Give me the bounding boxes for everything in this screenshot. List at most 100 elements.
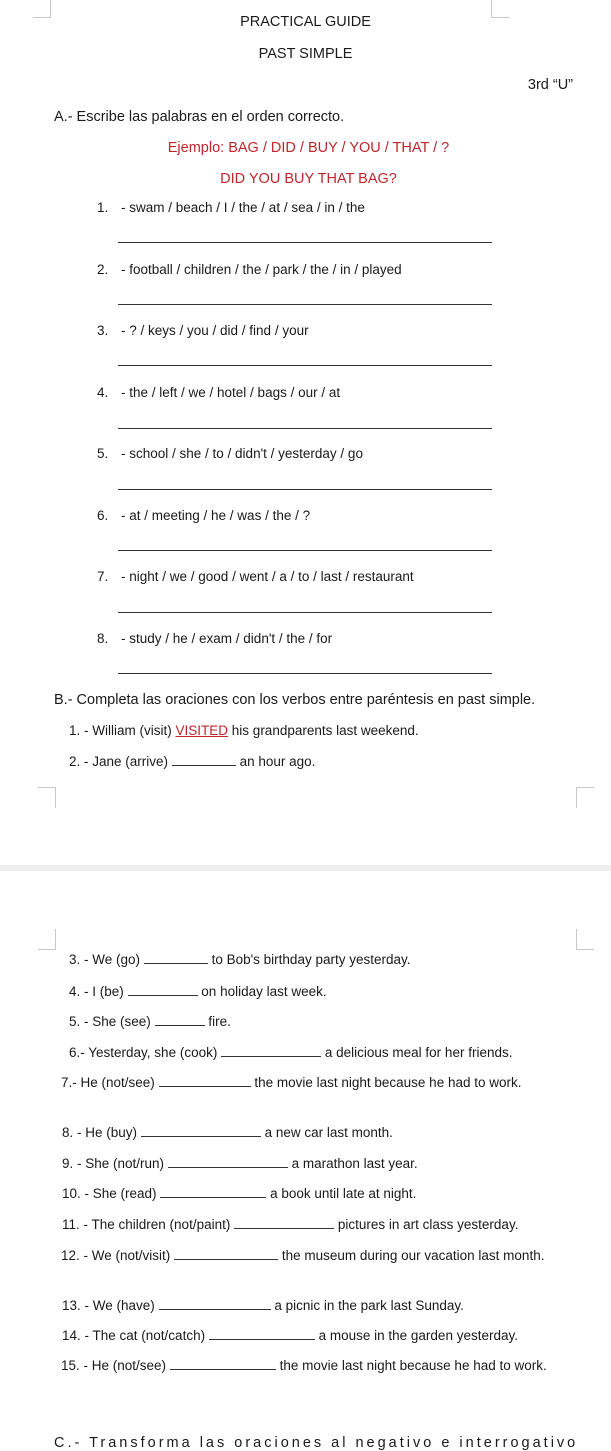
page-corner-mark	[38, 787, 56, 808]
fill-item: 5. - She (see) fire.	[69, 1014, 231, 1029]
document-subtitle: PAST SIMPLE	[258, 46, 353, 62]
reorder-item: 4. - the / left / we / hotel / bags / our…	[97, 385, 340, 400]
answer-field[interactable]	[127, 984, 198, 996]
scrambled-words: - football / children / the / park / the…	[121, 262, 402, 277]
fill-item: 3. - We (go) to Bob's birthday party yes…	[69, 952, 411, 967]
reorder-item: 3. - ? / keys / you / did / find / your	[97, 323, 309, 338]
section-a-instruction: A.- Escribe las palabras en el orden cor…	[54, 109, 345, 125]
answer-field[interactable]	[158, 1298, 271, 1310]
answer-field[interactable]	[160, 1186, 267, 1198]
answer-line[interactable]	[118, 365, 492, 366]
fill-item: 2. - Jane (arrive) an hour ago.	[69, 754, 315, 769]
answer-line[interactable]	[118, 242, 492, 243]
scrambled-words: - ? / keys / you / did / find / your	[121, 323, 309, 338]
fill-item: 8. - He (buy) a new car last month.	[62, 1125, 393, 1140]
fill-item: 10. - She (read) a book until late at ni…	[62, 1186, 416, 1201]
fill-item: 12. - We (not/visit) the museum during o…	[51, 1247, 575, 1265]
section-c-instruction: C.- Transforma las oraciones al negativo…	[54, 1435, 579, 1451]
item-number: 7.	[97, 569, 109, 584]
item-rest: a new car last month.	[264, 1125, 393, 1140]
item-rest: his grandparents last weekend.	[231, 723, 419, 738]
item-prompt: 11. - The children (not/paint)	[62, 1217, 231, 1232]
item-prompt: 1. - William (visit)	[69, 723, 172, 738]
item-prompt: 10. - She (read)	[62, 1186, 157, 1201]
item-prompt: 14. - The cat (not/catch)	[62, 1328, 206, 1343]
answer-line[interactable]	[118, 612, 492, 613]
answer-field[interactable]	[154, 1014, 205, 1026]
item-number: 8.	[97, 631, 109, 646]
example-answer: DID YOU BUY THAT BAG?	[220, 171, 397, 187]
item-prompt: 7.- He (not/see)	[61, 1075, 155, 1090]
answer-line[interactable]	[118, 489, 492, 490]
fill-item: 14. - The cat (not/catch) a mouse in the…	[62, 1328, 518, 1343]
fill-item: 4. - I (be) on holiday last week.	[69, 984, 327, 999]
reorder-item: 6. - at / meeting / he / was / the / ?	[97, 508, 310, 523]
answer-field[interactable]	[143, 952, 208, 964]
answer-field[interactable]	[208, 1328, 315, 1340]
answer-field[interactable]	[167, 1156, 288, 1168]
answer-field[interactable]	[158, 1075, 251, 1087]
item-rest: pictures in art class yesterday.	[337, 1217, 519, 1232]
answer-line[interactable]	[118, 673, 492, 674]
answer-field[interactable]	[234, 1217, 335, 1229]
answer-field[interactable]	[171, 754, 236, 766]
item-number: 3.	[97, 323, 109, 338]
reorder-item: 8. - study / he / exam / didn't / the / f…	[97, 631, 332, 646]
scrambled-words: - at / meeting / he / was / the / ?	[121, 508, 311, 523]
item-prompt: 13. - We (have)	[62, 1298, 155, 1313]
item-rest: on holiday last week.	[201, 984, 327, 999]
reorder-item: 1. - swam / beach / I / the / at / sea / …	[97, 200, 365, 215]
scrambled-words: - study / he / exam / didn't / the / for	[121, 631, 333, 646]
item-number: 2.	[97, 262, 109, 277]
reorder-item: 7. - night / we / good / went / a / to / …	[97, 569, 414, 584]
document-page-2: 3. - We (go) to Bob's birthday party yes…	[0, 871, 611, 1451]
fill-item: 9. - She (not/run) a marathon last year.	[62, 1156, 418, 1171]
item-rest: the museum during our vacation last mont…	[281, 1248, 545, 1263]
answer-line[interactable]	[118, 550, 492, 551]
item-number: 1.	[97, 200, 109, 215]
reorder-item: 2. - football / children / the / park / t…	[97, 262, 402, 277]
section-b-instruction: B.- Completa las oraciones con los verbo…	[54, 692, 536, 708]
item-rest: the movie last night because he had to w…	[254, 1075, 522, 1090]
item-prompt: 8. - He (buy)	[62, 1125, 138, 1140]
item-prompt: 6.- Yesterday, she (cook)	[69, 1045, 218, 1060]
item-number: 5.	[97, 446, 109, 461]
fill-item: 1. - William (visit) VISITED his grandpa…	[69, 723, 419, 738]
item-rest: a mouse in the garden yesterday.	[318, 1328, 518, 1343]
answer-field[interactable]	[221, 1045, 322, 1057]
scrambled-words: - school / she / to / didn't / yesterday…	[121, 446, 363, 461]
item-prompt: 5. - She (see)	[69, 1014, 151, 1029]
item-rest: a book until late at night.	[270, 1186, 417, 1201]
item-rest: an hour ago.	[239, 754, 316, 769]
item-rest: a delicious meal for her friends.	[324, 1045, 513, 1060]
document-title: PRACTICAL GUIDE	[240, 14, 371, 30]
answer-field[interactable]	[169, 1358, 276, 1370]
answer-field[interactable]	[140, 1125, 261, 1137]
answer-line[interactable]	[118, 428, 492, 429]
reorder-item: 5. - school / she / to / didn't / yesterd…	[97, 446, 363, 461]
item-rest: the movie last night because he had to w…	[279, 1358, 547, 1373]
fill-item: 7.- He (not/see) the movie last night be…	[51, 1074, 575, 1092]
item-number: 6.	[97, 508, 109, 523]
item-rest: fire.	[208, 1014, 231, 1029]
item-prompt: 15. - He (not/see)	[61, 1358, 167, 1373]
page-corner-mark	[576, 929, 594, 950]
item-prompt: 12. - We (not/visit)	[61, 1248, 171, 1263]
item-prompt: 3. - We (go)	[69, 952, 141, 967]
fill-item: 6.- Yesterday, she (cook) a delicious me…	[69, 1045, 512, 1060]
page-corner-mark	[38, 929, 56, 950]
page-corner-mark	[576, 787, 594, 808]
grade-label: 3rd “U”	[527, 77, 573, 93]
item-rest: a marathon last year.	[291, 1156, 418, 1171]
fill-item: 13. - We (have) a picnic in the park las…	[62, 1298, 464, 1313]
answer-line[interactable]	[118, 304, 492, 305]
answer-field[interactable]	[174, 1248, 279, 1260]
item-prompt: 9. - She (not/run)	[62, 1156, 165, 1171]
item-number: 4.	[97, 385, 109, 400]
scrambled-words: - the / left / we / hotel / bags / our /…	[121, 385, 341, 400]
item-rest: a picnic in the park last Sunday.	[274, 1298, 464, 1313]
document-page-1: PRACTICAL GUIDE PAST SIMPLE 3rd “U” A.- …	[0, 0, 611, 865]
answer-field[interactable]: VISITED	[176, 723, 229, 738]
scrambled-words: - swam / beach / I / the / at / sea / in…	[121, 200, 365, 215]
fill-item: 15. - He (not/see) the movie last night …	[51, 1357, 575, 1375]
